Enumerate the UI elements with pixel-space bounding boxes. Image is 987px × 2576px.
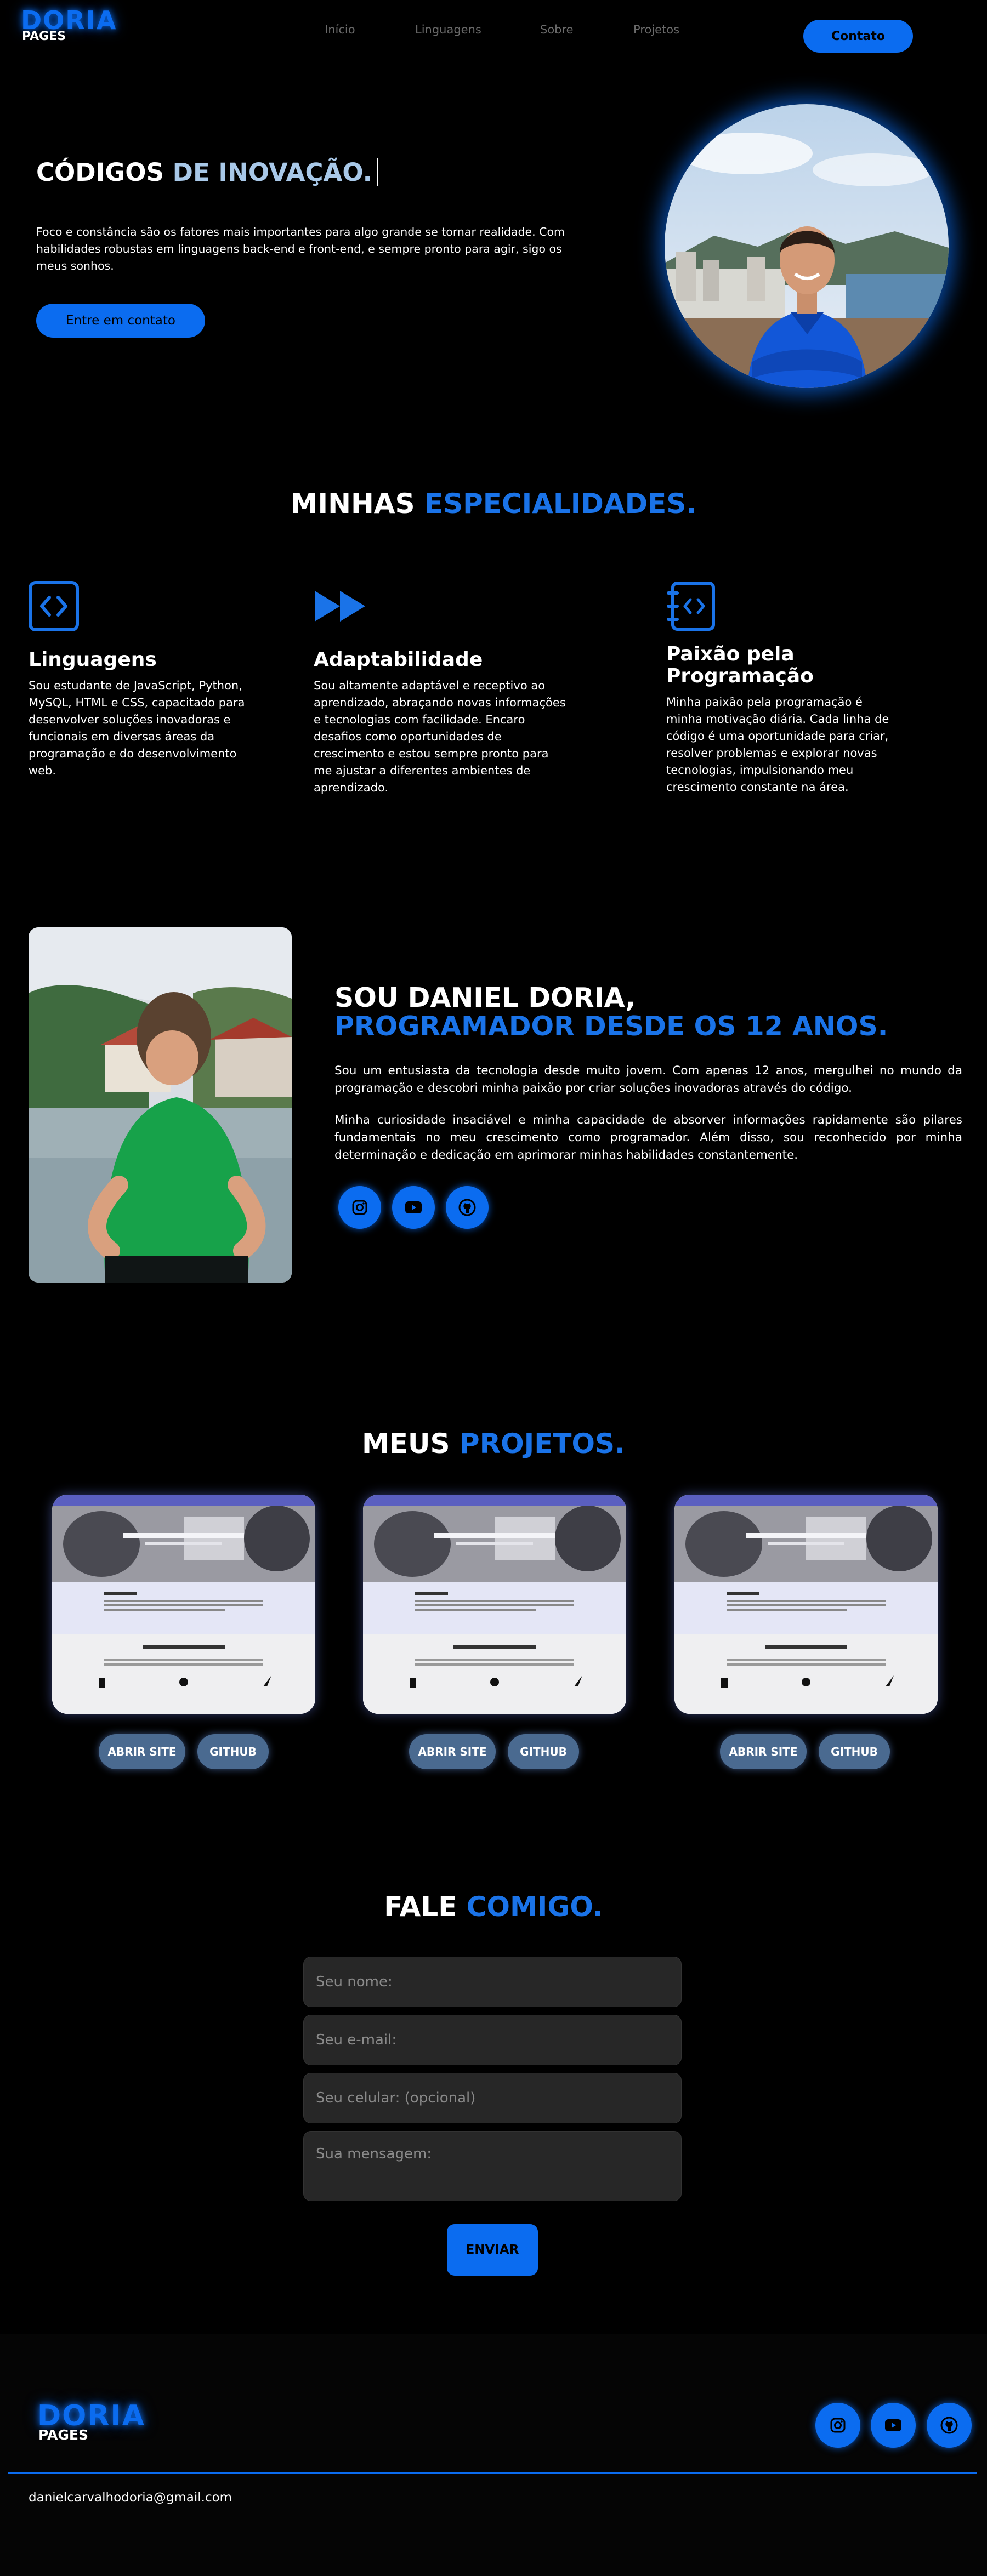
specialties-title: MINHAS ESPECIALIDADES.: [0, 488, 987, 520]
nav-link-projetos[interactable]: Projetos: [633, 23, 679, 36]
hero-title-white: CÓDIGOS: [36, 158, 164, 187]
specialty-text: Sou altamente adaptável e receptivo ao a…: [314, 679, 566, 794]
instagram-icon: [830, 2418, 846, 2433]
specialty-card-adaptabilidade: Adaptabilidade Sou altamente adaptável e…: [314, 581, 566, 796]
about-heading-line1: SOU DANIEL DORIA,: [334, 982, 636, 1013]
footer: DORIA PAGES danielcarvalhodoria@gmail.co…: [0, 2334, 987, 2576]
specialty-card-linguagens: Linguagens Sou estudante de JavaScript, …: [29, 581, 259, 779]
specialty-text: Sou estudante de JavaScript, Python, MyS…: [29, 679, 245, 777]
footer-github-button[interactable]: [927, 2403, 972, 2448]
header-logo[interactable]: DORIA PAGES: [21, 8, 117, 43]
instagram-icon: [352, 1200, 367, 1215]
message-textarea[interactable]: Sua mensagem:: [303, 2131, 682, 2201]
github-button[interactable]: [446, 1186, 489, 1229]
footer-logo-text: DORIA: [37, 2400, 146, 2432]
specialties-title-accent: ESPECIALIDADES.: [424, 488, 697, 520]
footer-youtube-button[interactable]: [871, 2403, 916, 2448]
contact-title: FALE COMIGO.: [0, 1891, 987, 1923]
nav-link-linguagens[interactable]: Linguagens: [415, 23, 481, 36]
open-site-button-3[interactable]: ABRIR SITE: [720, 1734, 807, 1769]
code-brackets-icon: [29, 581, 79, 631]
hero-title: CÓDIGOS DE INOVAÇÃO.: [36, 158, 378, 187]
specialty-title: Adaptabilidade: [314, 648, 483, 671]
nav-link-inicio[interactable]: Início: [325, 23, 355, 36]
instagram-button[interactable]: [338, 1186, 381, 1229]
phone-input[interactable]: Seu celular: (opcional): [303, 2073, 682, 2123]
youtube-icon: [885, 2419, 901, 2431]
specialty-title: Paixão pela Programação: [666, 643, 814, 687]
hero-profile-photo: [665, 104, 949, 388]
youtube-button[interactable]: [392, 1186, 435, 1229]
send-button[interactable]: ENVIAR: [447, 2224, 538, 2276]
github-button-project-1[interactable]: GITHUB: [197, 1734, 269, 1769]
projects-title-accent: PROJETOS.: [459, 1428, 625, 1460]
open-site-button-2[interactable]: ABRIR SITE: [409, 1734, 496, 1769]
footer-instagram-button[interactable]: [815, 2403, 860, 2448]
hero-title-accent: DE INOVAÇÃO.: [172, 158, 372, 187]
email-input[interactable]: Seu e-mail:: [303, 2015, 682, 2065]
code-notebook-icon: [666, 581, 717, 631]
footer-divider: [8, 2472, 977, 2474]
about-paragraph-2: Minha curiosidade insaciável e minha cap…: [334, 1113, 962, 1162]
project-preview-2[interactable]: [363, 1495, 626, 1714]
github-icon: [940, 2417, 958, 2434]
specialty-text: Minha paixão pela programação é minha mo…: [666, 696, 889, 794]
about-paragraph-1: Sou um entusiasta da tecnologia desde mu…: [334, 1064, 962, 1095]
specialty-card-paixao: Paixão pela Programação Minha paixão pel…: [666, 581, 897, 796]
github-button-project-3[interactable]: GITHUB: [819, 1734, 890, 1769]
projects-title: MEUS PROJETOS.: [0, 1428, 987, 1460]
contact-title-accent: COMIGO.: [466, 1891, 603, 1923]
specialty-title: Linguagens: [29, 648, 157, 671]
contact-nav-button[interactable]: Contato: [803, 20, 913, 53]
typing-caret: [376, 158, 378, 186]
open-site-button-1[interactable]: ABRIR SITE: [99, 1734, 185, 1769]
nav-link-sobre[interactable]: Sobre: [540, 23, 574, 36]
hero-contact-button[interactable]: Entre em contato: [36, 304, 205, 338]
about-heading-line2: PROGRAMADOR DESDE OS 12 ANOS.: [334, 1011, 888, 1042]
specialties-title-white: MINHAS: [290, 488, 415, 520]
github-icon: [458, 1199, 476, 1216]
footer-email[interactable]: danielcarvalhodoria@gmail.com: [29, 2490, 232, 2505]
projects-title-white: MEUS: [362, 1428, 450, 1460]
fast-forward-icon: [314, 581, 368, 631]
hero-description: Foco e constância são os fatores mais im…: [36, 225, 565, 272]
youtube-icon: [405, 1201, 422, 1213]
about-photo: [29, 927, 292, 1283]
contact-title-white: FALE: [384, 1891, 457, 1923]
name-input[interactable]: Seu nome:: [303, 1957, 682, 2007]
footer-logo[interactable]: DORIA PAGES: [37, 2402, 145, 2442]
project-preview-3[interactable]: [674, 1495, 938, 1714]
project-preview-1[interactable]: [52, 1495, 315, 1714]
github-button-project-2[interactable]: GITHUB: [508, 1734, 579, 1769]
